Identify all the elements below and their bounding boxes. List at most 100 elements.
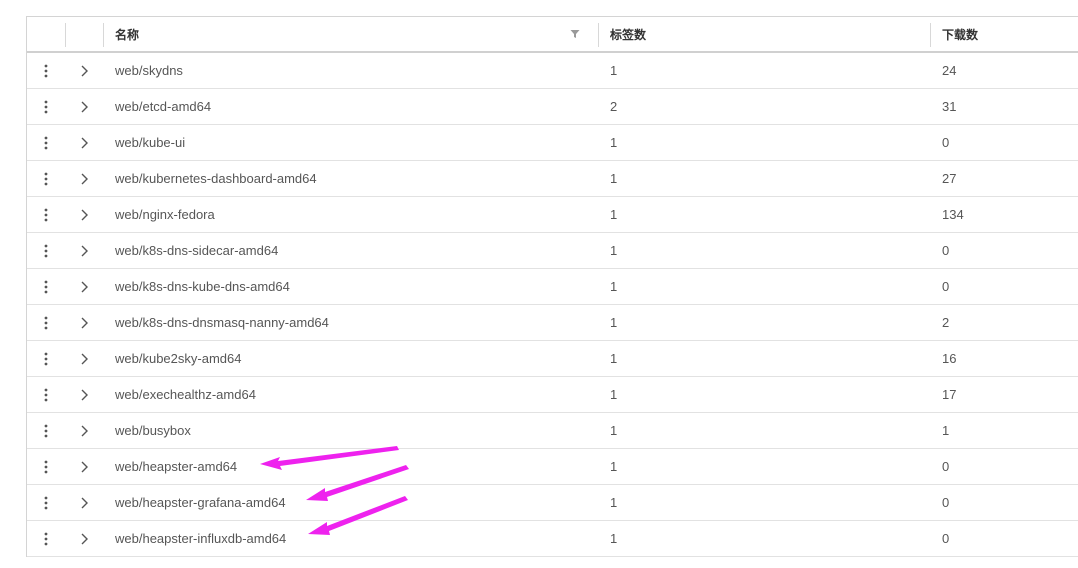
column-header-downloads[interactable]: 下载数 [930,17,1078,51]
row-expand-button[interactable] [65,161,103,196]
table-row[interactable]: web/kubernetes-dashboard-amd64 1 27 [27,161,1078,197]
tag-count-text: 1 [610,495,618,510]
column-header-name[interactable]: 名称 [103,17,598,51]
row-action-button[interactable] [27,233,65,268]
row-expand-button[interactable] [65,305,103,340]
row-action-button[interactable] [27,341,65,376]
row-expand-button[interactable] [65,485,103,520]
kebab-vertical-icon[interactable] [44,100,48,114]
repository-name[interactable]: web/busybox [103,413,598,448]
download-count: 2 [930,305,1078,340]
row-action-button[interactable] [27,161,65,196]
row-expand-button[interactable] [65,53,103,88]
table-row[interactable]: web/heapster-influxdb-amd64 1 0 [27,521,1078,557]
row-expand-button[interactable] [65,233,103,268]
repository-name-text: web/heapster-grafana-amd64 [115,495,286,510]
datagrid-body: web/skydns 1 24 web/etcd-amd64 2 31 web/kube-u… [27,53,1078,557]
row-expand-button[interactable] [65,377,103,412]
chevron-right-icon[interactable] [80,281,89,293]
kebab-vertical-icon[interactable] [44,280,48,294]
chevron-right-icon[interactable] [80,209,89,221]
repository-name[interactable]: web/kubernetes-dashboard-amd64 [103,161,598,196]
row-action-button[interactable] [27,485,65,520]
chevron-right-icon[interactable] [80,245,89,257]
table-row[interactable]: web/nginx-fedora 1 134 [27,197,1078,233]
row-action-button[interactable] [27,125,65,160]
table-row[interactable]: web/heapster-amd64 1 0 [27,449,1078,485]
table-row[interactable]: web/etcd-amd64 2 31 [27,89,1078,125]
chevron-right-icon[interactable] [80,461,89,473]
repository-name[interactable]: web/exechealthz-amd64 [103,377,598,412]
kebab-vertical-icon[interactable] [44,316,48,330]
kebab-vertical-icon[interactable] [44,532,48,546]
row-expand-button[interactable] [65,197,103,232]
tag-count-text: 1 [610,171,618,186]
repository-name[interactable]: web/kube-ui [103,125,598,160]
tag-count-text: 1 [610,315,618,330]
table-row[interactable]: web/exechealthz-amd64 1 17 [27,377,1078,413]
kebab-vertical-icon[interactable] [44,136,48,150]
repository-datagrid: 名称 标签数 下载数 web/skydns 1 24 web/etcd-amd64 2 3… [26,16,1078,557]
row-action-button[interactable] [27,197,65,232]
kebab-vertical-icon[interactable] [44,496,48,510]
filter-icon[interactable] [570,29,580,39]
repository-name-text: web/etcd-amd64 [115,99,212,114]
table-row[interactable]: web/heapster-grafana-amd64 1 0 [27,485,1078,521]
repository-name[interactable]: web/heapster-grafana-amd64 [103,485,598,520]
kebab-vertical-icon[interactable] [44,208,48,222]
download-count: 134 [930,197,1078,232]
table-row[interactable]: web/skydns 1 24 [27,53,1078,89]
download-count-text: 0 [942,531,950,546]
repository-name[interactable]: web/heapster-amd64 [103,449,598,484]
row-action-button[interactable] [27,521,65,556]
table-row[interactable]: web/kube2sky-amd64 1 16 [27,341,1078,377]
row-expand-button[interactable] [65,521,103,556]
table-row[interactable]: web/kube-ui 1 0 [27,125,1078,161]
table-row[interactable]: web/busybox 1 1 [27,413,1078,449]
row-action-button[interactable] [27,53,65,88]
row-expand-button[interactable] [65,413,103,448]
chevron-right-icon[interactable] [80,497,89,509]
row-expand-button[interactable] [65,269,103,304]
repository-name[interactable]: web/kube2sky-amd64 [103,341,598,376]
repository-name[interactable]: web/k8s-dns-dnsmasq-nanny-amd64 [103,305,598,340]
row-action-button[interactable] [27,305,65,340]
kebab-vertical-icon[interactable] [44,352,48,366]
kebab-vertical-icon[interactable] [44,172,48,186]
row-expand-button[interactable] [65,341,103,376]
kebab-vertical-icon[interactable] [44,460,48,474]
row-action-button[interactable] [27,269,65,304]
repository-name[interactable]: web/k8s-dns-sidecar-amd64 [103,233,598,268]
kebab-vertical-icon[interactable] [44,64,48,78]
repository-name[interactable]: web/k8s-dns-kube-dns-amd64 [103,269,598,304]
chevron-right-icon[interactable] [80,389,89,401]
column-header-tags[interactable]: 标签数 [598,17,930,51]
chevron-right-icon[interactable] [80,353,89,365]
row-expand-button[interactable] [65,449,103,484]
chevron-right-icon[interactable] [80,137,89,149]
row-action-button[interactable] [27,413,65,448]
row-action-button[interactable] [27,89,65,124]
repository-name[interactable]: web/skydns [103,53,598,88]
repository-name[interactable]: web/nginx-fedora [103,197,598,232]
row-expand-button[interactable] [65,125,103,160]
kebab-vertical-icon[interactable] [44,244,48,258]
table-row[interactable]: web/k8s-dns-sidecar-amd64 1 0 [27,233,1078,269]
chevron-right-icon[interactable] [80,65,89,77]
download-count-text: 17 [942,387,957,402]
kebab-vertical-icon[interactable] [44,424,48,438]
chevron-right-icon[interactable] [80,173,89,185]
row-expand-button[interactable] [65,89,103,124]
chevron-right-icon[interactable] [80,101,89,113]
chevron-right-icon[interactable] [80,425,89,437]
chevron-right-icon[interactable] [80,317,89,329]
row-action-button[interactable] [27,449,65,484]
table-row[interactable]: web/k8s-dns-kube-dns-amd64 1 0 [27,269,1078,305]
repository-name[interactable]: web/heapster-influxdb-amd64 [103,521,598,556]
row-action-button[interactable] [27,377,65,412]
repository-name[interactable]: web/etcd-amd64 [103,89,598,124]
table-row[interactable]: web/k8s-dns-dnsmasq-nanny-amd64 1 2 [27,305,1078,341]
kebab-vertical-icon[interactable] [44,388,48,402]
download-count: 0 [930,521,1078,556]
chevron-right-icon[interactable] [80,533,89,545]
